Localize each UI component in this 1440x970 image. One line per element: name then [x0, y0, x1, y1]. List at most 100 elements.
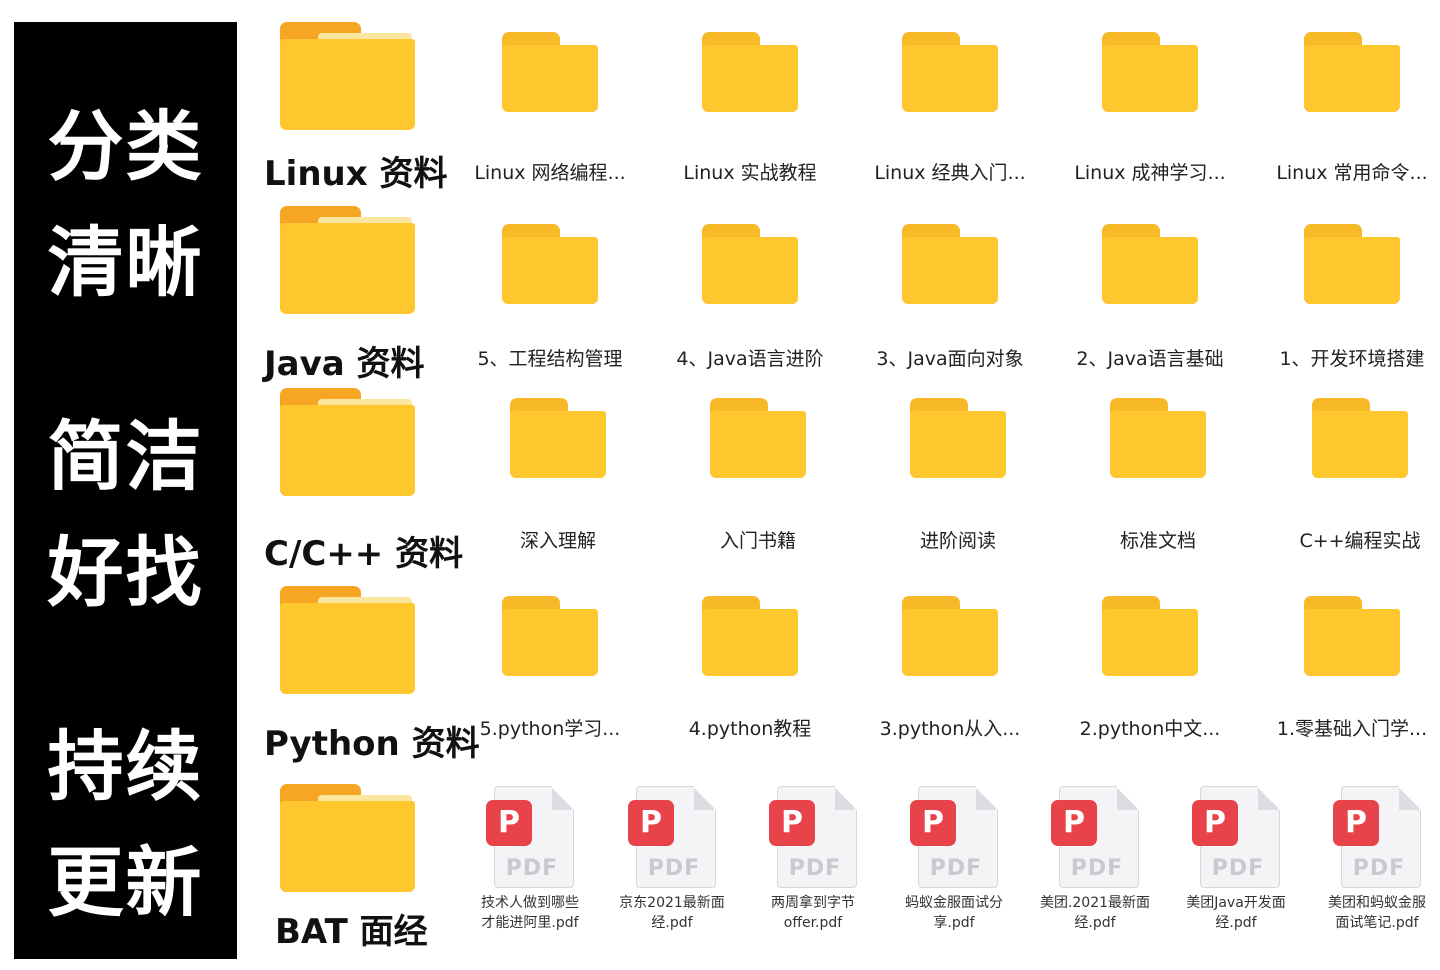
category-folder-icon[interactable] [280, 22, 415, 130]
pdf-badge-icon: P [486, 800, 532, 846]
slogan-text: 清晰 [47, 218, 204, 307]
folder-label[interactable]: 4、Java语言进阶 [655, 344, 845, 371]
pdf-badge-icon: P [628, 800, 674, 846]
pdf-tag-text: PDF [505, 856, 559, 881]
folder-label[interactable]: 1.零基础入门学... [1257, 714, 1440, 741]
folder-front [502, 236, 598, 304]
pdf-badge-icon: P [1051, 800, 1097, 846]
folder-label[interactable]: 1、开发环境搭建 [1257, 344, 1440, 371]
folder-icon[interactable] [1110, 398, 1206, 478]
pdf-label-line: 蚂蚁金服面试分 [905, 895, 1003, 911]
folder-icon[interactable] [902, 224, 998, 304]
pdf-file-label[interactable]: 京东2021最新面 经.pdf [602, 893, 742, 933]
folder-front [902, 608, 998, 676]
pdf-label-line: 经.pdf [1215, 915, 1257, 931]
pdf-label-line: 才能进阿里.pdf [481, 915, 579, 931]
category-label[interactable]: BAT 面经 [275, 904, 428, 953]
folder-label[interactable]: 4.python教程 [655, 714, 845, 741]
category-label[interactable]: Linux 资料 [264, 146, 448, 195]
pdf-file-label[interactable]: 两周拿到字节 offer.pdf [743, 893, 883, 933]
folder-front [1102, 236, 1198, 304]
folder-label[interactable]: C++编程实战 [1265, 526, 1440, 553]
slogan-text: 分类 [47, 102, 204, 191]
folder-icon[interactable] [1304, 596, 1400, 676]
pdf-file-icon[interactable]: P PDF [486, 786, 574, 890]
folder-label[interactable]: 标准文档 [1063, 526, 1253, 553]
folder-front [280, 801, 415, 892]
folder-label[interactable]: Linux 常用命令... [1257, 158, 1440, 185]
category-folder-icon[interactable] [280, 206, 415, 314]
pdf-file-icon[interactable]: P PDF [1051, 786, 1139, 890]
folder-front [1312, 410, 1408, 478]
folder-icon[interactable] [1304, 224, 1400, 304]
folder-label[interactable]: 3、Java面向对象 [855, 344, 1045, 371]
folder-icon[interactable] [702, 224, 798, 304]
pdf-file-label[interactable]: 美团和蚂蚁金服 面试笔记.pdf [1307, 893, 1440, 933]
pdf-badge-icon: P [1192, 800, 1238, 846]
folder-label[interactable]: Linux 实战教程 [655, 158, 845, 185]
folder-label[interactable]: 3.python从入... [855, 714, 1045, 741]
pdf-label-line: offer.pdf [783, 915, 843, 931]
pdf-file-label[interactable]: 美团Java开发面 经.pdf [1166, 893, 1306, 933]
folder-icon[interactable] [1102, 32, 1198, 112]
folder-icon[interactable] [510, 398, 606, 478]
folder-icon[interactable] [702, 32, 798, 112]
pdf-tag-text: PDF [647, 856, 701, 881]
folder-label[interactable]: 2、Java语言基础 [1055, 344, 1245, 371]
pdf-tag-text: PDF [788, 856, 842, 881]
pdf-file-icon[interactable]: P PDF [910, 786, 998, 890]
pdf-file-icon[interactable]: P PDF [628, 786, 716, 890]
folder-icon[interactable] [910, 398, 1006, 478]
folder-icon[interactable] [502, 224, 598, 304]
folder-label[interactable]: 入门书籍 [663, 526, 853, 553]
folder-label[interactable]: 5、工程结构管理 [455, 344, 645, 371]
folder-front [280, 603, 415, 694]
pdf-file-icon[interactable]: P PDF [1192, 786, 1280, 890]
folder-front [702, 44, 798, 112]
folder-label[interactable]: 5.python学习... [455, 714, 645, 741]
folder-icon[interactable] [502, 32, 598, 112]
pdf-label-line: 美团Java开发面 [1186, 895, 1286, 911]
folder-icon[interactable] [502, 596, 598, 676]
category-folder-icon[interactable] [280, 784, 415, 892]
category-folder-icon[interactable] [280, 586, 415, 694]
category-label[interactable]: Python 资料 [264, 716, 480, 765]
pdf-label-line: 经.pdf [651, 915, 693, 931]
category-label[interactable]: C/C++ 资料 [264, 526, 463, 575]
folder-label[interactable]: 深入理解 [463, 526, 653, 553]
folder-icon[interactable] [902, 32, 998, 112]
pdf-label-line: 面试笔记.pdf [1335, 915, 1419, 931]
folder-front [1304, 44, 1400, 112]
folder-front [702, 608, 798, 676]
folder-icon[interactable] [1102, 596, 1198, 676]
folder-label[interactable]: Linux 成神学习... [1055, 158, 1245, 185]
pdf-badge-icon: P [1333, 800, 1379, 846]
pdf-tag-text: PDF [1070, 856, 1124, 881]
folder-front [502, 44, 598, 112]
folder-icon[interactable] [710, 398, 806, 478]
folder-label[interactable]: 进阶阅读 [863, 526, 1053, 553]
pdf-file-icon[interactable]: P PDF [769, 786, 857, 890]
slogan-text: 持续 [47, 722, 204, 811]
folder-icon[interactable] [1312, 398, 1408, 478]
pdf-label-line: 技术人做到哪些 [481, 895, 579, 911]
folder-label[interactable]: 2.python中文... [1055, 714, 1245, 741]
category-label[interactable]: Java 资料 [264, 336, 425, 385]
slogan-text: 更新 [47, 838, 204, 927]
folder-label[interactable]: Linux 网络编程... [455, 158, 645, 185]
pdf-corner-fold [1258, 786, 1278, 810]
pdf-corner-fold [1399, 786, 1419, 810]
pdf-file-label[interactable]: 美团.2021最新面 经.pdf [1025, 893, 1165, 933]
folder-icon[interactable] [1102, 224, 1198, 304]
folder-front [1102, 44, 1198, 112]
pdf-file-label[interactable]: 技术人做到哪些 才能进阿里.pdf [460, 893, 600, 933]
folder-icon[interactable] [702, 596, 798, 676]
folder-label[interactable]: Linux 经典入门... [855, 158, 1045, 185]
category-folder-icon[interactable] [280, 388, 415, 496]
folder-icon[interactable] [1304, 32, 1400, 112]
pdf-file-icon[interactable]: P PDF [1333, 786, 1421, 890]
pdf-badge-icon: P [910, 800, 956, 846]
folder-icon[interactable] [902, 596, 998, 676]
pdf-corner-fold [976, 786, 996, 810]
pdf-file-label[interactable]: 蚂蚁金服面试分 享.pdf [884, 893, 1024, 933]
